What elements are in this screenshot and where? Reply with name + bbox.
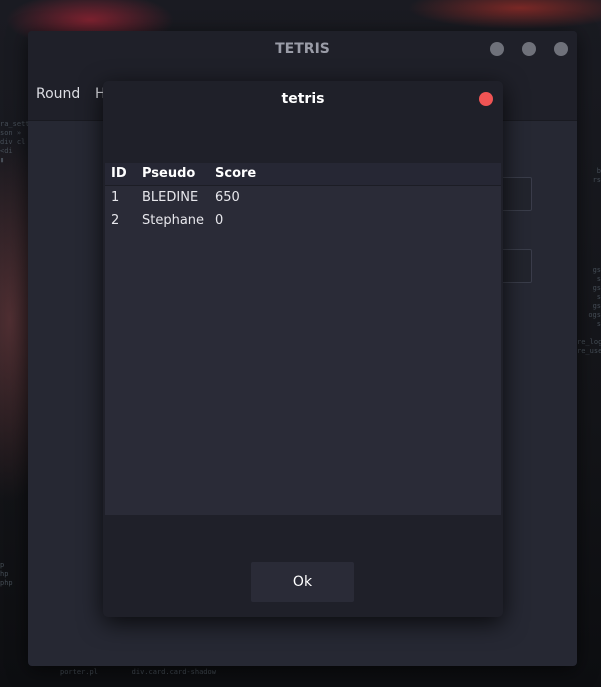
maximize-button[interactable]	[522, 42, 536, 56]
cell-pseudo: Stephane	[142, 213, 205, 228]
main-titlebar[interactable]: TETRIS	[28, 31, 577, 67]
scores-dialog: tetris ID Pseudo Score 1 BLEDINE 650 2 S…	[103, 81, 503, 617]
background-code-left: ra_setti son » div cl <di ▮ p hp php	[0, 120, 28, 587]
dialog-titlebar[interactable]: tetris	[103, 81, 503, 117]
minimize-button[interactable]	[490, 42, 504, 56]
column-header-id[interactable]: ID	[111, 163, 127, 185]
cell-id: 2	[111, 213, 120, 228]
cell-pseudo: BLEDINE	[142, 190, 199, 205]
close-button[interactable]	[554, 42, 568, 56]
cell-score: 650	[215, 190, 240, 205]
table-row[interactable]: 1 BLEDINE 650	[105, 186, 501, 209]
table-row[interactable]: 2 Stephane 0	[105, 209, 501, 232]
dialog-close-button[interactable]	[479, 92, 493, 106]
dialog-title: tetris	[281, 91, 325, 107]
background-code-right: b rs gs s gs s gs ogs s re_logs re_users	[577, 167, 601, 355]
ok-button[interactable]: Ok	[251, 562, 354, 602]
background-code-bottom: porter.pl div.card.card-shadow	[60, 668, 216, 676]
menu-round[interactable]: Round	[36, 67, 80, 121]
column-header-score[interactable]: Score	[215, 163, 256, 185]
column-header-pseudo[interactable]: Pseudo	[142, 163, 195, 185]
cell-id: 1	[111, 190, 120, 205]
scores-table: ID Pseudo Score 1 BLEDINE 650 2 Stephane…	[105, 163, 501, 515]
cell-score: 0	[215, 213, 224, 228]
table-header: ID Pseudo Score	[105, 163, 501, 186]
